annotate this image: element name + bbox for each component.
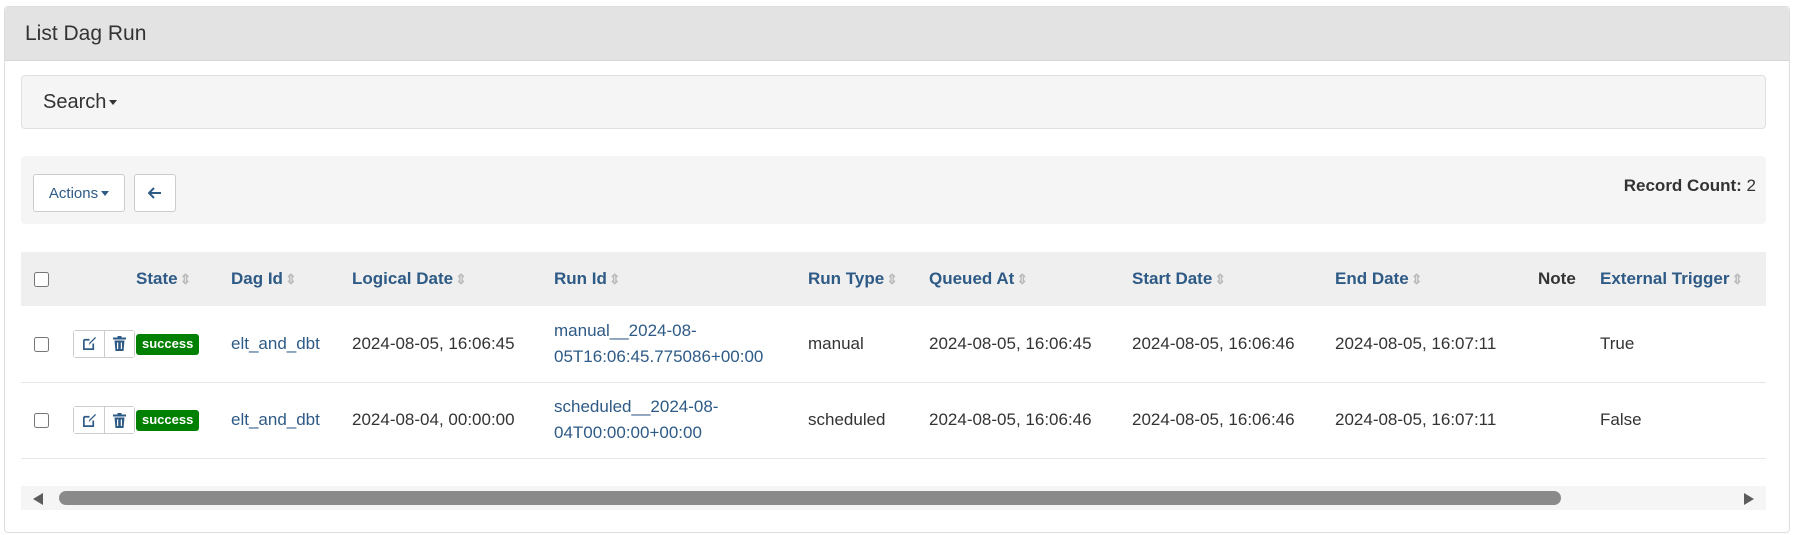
column-header-note: Note [1538,269,1576,288]
actions-column-header [65,252,128,306]
delete-record-button[interactable] [104,330,134,357]
dag-run-table-container: State ⇕ Dag Id ⇕ Logical Date ⇕ Run Id ⇕ Run… [21,252,1766,460]
queued-at-cell: 2024-08-05, 16:06:46 [929,410,1092,429]
row-checkbox[interactable] [34,336,49,352]
sort-icon: ⇕ [1731,271,1744,287]
panel-heading: List Dag Run [5,7,1789,61]
scroll-left-arrow-icon[interactable] [33,493,43,505]
edit-icon [82,413,96,427]
arrow-left-icon [148,187,161,199]
column-header-run-id[interactable]: Run Id ⇕ [546,252,800,306]
sort-icon: ⇕ [1410,271,1423,287]
table-header-row: State ⇕ Dag Id ⇕ Logical Date ⇕ Run Id ⇕ Run… [21,252,1766,306]
horizontal-scrollbar[interactable] [21,486,1766,510]
external-trigger-cell: True [1600,333,1635,353]
actions-label: Actions [48,184,99,202]
end-date-cell: 2024-08-05, 16:07:11 [1335,333,1497,353]
external-trigger-cell: False [1600,410,1642,429]
column-header-external-trigger[interactable]: External Trigger ⇕ [1592,252,1766,306]
column-header-state[interactable]: State ⇕ [128,252,223,306]
note-cell [1530,306,1592,382]
logical-date-cell: 2024-08-04, 00:00:00 [352,410,515,429]
edit-icon [82,337,96,351]
logical-date-cell: 2024-08-05, 16:06:45 [352,333,515,353]
select-all-cell [21,252,65,306]
trash-icon [113,412,126,428]
status-badge: success [136,333,200,355]
column-header-start-date[interactable]: Start Date ⇕ [1124,252,1327,306]
edit-record-button[interactable] [74,407,104,433]
row-checkbox[interactable] [34,413,49,429]
start-date-cell: 2024-08-05, 16:06:46 [1132,410,1295,429]
row-action-buttons [73,329,135,358]
toolbar: Actions Record Count: 2 [21,156,1766,224]
column-header-queued-at[interactable]: Queued At ⇕ [921,252,1124,306]
dag-id-link[interactable]: elt_and_dbt [231,410,320,429]
dag-run-table: State ⇕ Dag Id ⇕ Logical Date ⇕ Run Id ⇕ Run… [21,252,1766,459]
column-header-end-date[interactable]: End Date ⇕ [1327,252,1530,306]
caret-down-icon [109,99,118,105]
run-type-cell: scheduled [808,410,886,429]
sort-icon: ⇕ [608,271,621,287]
dag-id-link[interactable]: elt_and_dbt [231,334,320,353]
table-row: success elt_and_dbt 2024-08-05, 16:06:45… [21,306,1766,382]
column-header-run-type[interactable]: Run Type ⇕ [800,252,921,306]
run-id-link[interactable]: scheduled__2024-08- 04T00:00:00+00:00 [554,397,718,442]
end-date-cell: 2024-08-05, 16:07:11 [1335,410,1497,429]
edit-record-button[interactable] [74,330,104,357]
caret-down-icon [101,190,110,196]
record-count-label: Record Count: [1623,176,1742,195]
scrollbar-thumb[interactable] [59,491,1561,505]
queued-at-cell: 2024-08-05, 16:06:45 [929,333,1092,353]
select-all-checkbox[interactable] [34,272,49,288]
trash-icon [113,336,126,352]
sort-icon: ⇕ [886,271,898,287]
sort-icon: ⇕ [179,271,192,287]
sort-icon: ⇕ [1016,271,1029,287]
search-label: Search [43,90,107,113]
row-action-buttons [73,406,135,434]
table-row: success elt_and_dbt 2024-08-04, 00:00:00… [21,382,1766,458]
sort-icon: ⇕ [284,271,297,287]
start-date-cell: 2024-08-05, 16:06:46 [1132,333,1295,353]
page-title: List Dag Run [25,21,147,45]
run-id-link[interactable]: manual__2024-08- 05T16:06:45.775086+00:00 [554,321,763,366]
record-count-value: 2 [1746,176,1756,195]
run-type-cell: manual [808,333,864,353]
sort-icon: ⇕ [455,271,467,287]
actions-dropdown-button[interactable]: Actions [33,174,125,212]
search-toggle[interactable]: Search [21,75,1766,129]
record-count: Record Count: 2 [1624,176,1756,196]
sort-icon: ⇕ [1214,271,1227,287]
scroll-right-arrow-icon[interactable] [1744,493,1754,505]
back-button[interactable] [134,174,176,212]
status-badge: success [136,410,200,431]
delete-record-button[interactable] [104,407,134,433]
column-header-dag-id[interactable]: Dag Id ⇕ [223,252,344,306]
column-header-logical-date[interactable]: Logical Date ⇕ [344,252,546,306]
note-cell [1530,382,1592,458]
